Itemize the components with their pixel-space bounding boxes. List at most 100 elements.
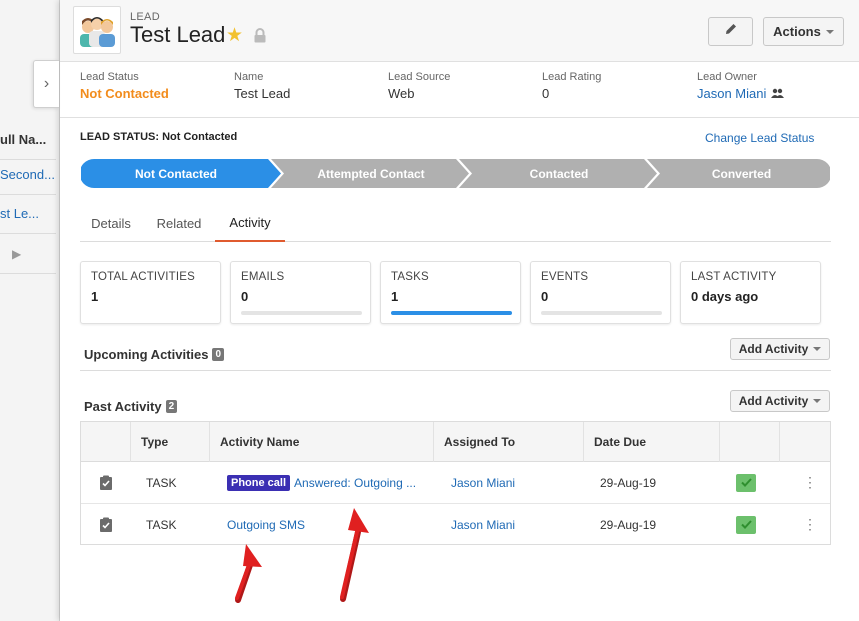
record-header: LEAD Test Lead ★ Actions (60, 0, 859, 62)
background-row-expander[interactable]: ▶ (0, 234, 56, 274)
column-header-menu (780, 422, 830, 462)
task-clipboard-icon (99, 504, 129, 545)
path-step-contacted[interactable]: Contacted (465, 159, 653, 188)
highlight-value: Web (388, 86, 415, 101)
highlight-lead-owner: Lead Owner Jason Miani (697, 71, 785, 101)
card-value: 1 (91, 289, 99, 304)
path-step-converted[interactable]: Converted (653, 159, 830, 188)
section-divider (80, 370, 831, 371)
lead-owner-link[interactable]: Jason Miani (697, 86, 785, 101)
column-header-activity-name[interactable]: Activity Name (210, 422, 434, 462)
completed-check-icon[interactable] (736, 504, 766, 545)
summary-card-events[interactable]: EVENTS 0 (530, 261, 671, 324)
column-header-type[interactable]: Type (131, 422, 210, 462)
table-row: TASK Outgoing SMS Jason Miani 29-Aug-19 … (81, 504, 830, 546)
activity-name-link[interactable]: Answered: Outgoing ... (294, 476, 416, 490)
lead-status-label: LEAD STATUS: (80, 131, 160, 143)
favorite-star-icon[interactable]: ★ (226, 24, 243, 47)
background-column-header: ull Na... (0, 120, 56, 160)
highlight-label: Lead Source (388, 71, 451, 83)
collapse-panel-toggle[interactable]: › (33, 60, 59, 108)
date-due: 29-Aug-19 (600, 517, 657, 532)
chevron-right-icon: › (43, 75, 50, 92)
tab-activity[interactable]: Activity (215, 205, 285, 242)
chevron-right-icon: ▶ (12, 247, 22, 261)
highlight-label: Lead Status (80, 71, 139, 83)
date-due: 29-Aug-19 (600, 475, 657, 490)
completed-check-icon[interactable] (736, 462, 766, 503)
highlight-value: Not Contacted (80, 86, 169, 101)
activity-name-cell: Phone call Answered: Outgoing ... (227, 462, 432, 503)
lead-status-value: Not Contacted (162, 131, 238, 143)
phone-call-badge: Phone call (227, 474, 291, 491)
card-value: 0 (241, 289, 249, 304)
card-label: TASKS (391, 271, 429, 283)
assigned-to-link[interactable]: Jason Miani (451, 462, 581, 503)
lock-icon (253, 28, 267, 43)
card-label: LAST ACTIVITY (691, 271, 777, 283)
highlight-lead-status: Lead Status Not Contacted (80, 71, 169, 101)
summary-card-emails[interactable]: EMAILS 0 (230, 261, 371, 324)
add-activity-label: Add Activity (738, 394, 809, 408)
highlight-label: Lead Rating (542, 71, 602, 83)
record-panel: LEAD Test Lead ★ Actions Lead Status Not… (60, 0, 859, 621)
more-options-icon[interactable]: ⋮ (803, 462, 817, 503)
edit-button[interactable] (708, 17, 753, 46)
card-label: EVENTS (541, 271, 589, 283)
lead-status-line: LEAD STATUS: Not Contacted (80, 131, 237, 143)
highlights-bar: Lead Status Not Contacted Name Test Lead… (60, 63, 859, 118)
background-list-item[interactable]: Second... (0, 155, 56, 195)
lead-avatar-icon (73, 6, 121, 54)
chevron-down-icon (813, 347, 822, 351)
summary-card-total-activities: TOTAL ACTIVITIES 1 (80, 261, 221, 324)
card-value: 1 (391, 289, 399, 304)
page-title: Test Lead (130, 22, 226, 47)
section-title-text: Past Activity (84, 399, 162, 414)
background-list-item[interactable]: st Le... (0, 194, 56, 234)
card-value: 0 days ago (691, 289, 759, 304)
pencil-icon (724, 22, 738, 41)
past-activity-heading: Past Activity 2 (84, 399, 178, 414)
task-clipboard-icon (99, 462, 129, 503)
add-activity-label: Add Activity (738, 342, 809, 356)
section-title-text: Upcoming Activities (84, 347, 209, 362)
actions-dropdown-button[interactable]: Actions (763, 17, 844, 46)
tab-related[interactable]: Related (148, 205, 210, 242)
path-step-attempted-contact[interactable]: Attempted Contact (277, 159, 465, 188)
more-options-icon[interactable]: ⋮ (803, 504, 817, 545)
count-badge: 2 (165, 400, 178, 413)
events-progress-bar (541, 311, 662, 315)
column-header-status (720, 422, 780, 462)
activity-type: TASK (146, 517, 177, 532)
record-tabs: Details Related Activity (80, 205, 831, 242)
table-row: TASK Phone call Answered: Outgoing ... J… (81, 462, 830, 504)
past-activity-table: Type Activity Name Assigned To Date Due … (80, 421, 831, 545)
summary-card-last-activity: LAST ACTIVITY 0 days ago (680, 261, 821, 324)
assigned-to-link[interactable]: Jason Miani (451, 504, 581, 545)
add-past-activity-button[interactable]: Add Activity (730, 390, 830, 412)
upcoming-activities-heading: Upcoming Activities 0 (84, 347, 225, 362)
activity-name-link[interactable]: Outgoing SMS (227, 504, 432, 545)
path-step-not-contacted[interactable]: Not Contacted (81, 159, 271, 188)
add-upcoming-activity-button[interactable]: Add Activity (730, 338, 830, 360)
card-value: 0 (541, 289, 549, 304)
summary-card-tasks[interactable]: TASKS 1 (380, 261, 521, 324)
card-label: TOTAL ACTIVITIES (91, 271, 195, 283)
highlight-value: 0 (542, 86, 550, 101)
tab-details[interactable]: Details (80, 205, 142, 242)
emails-progress-bar (241, 311, 362, 315)
users-icon (771, 86, 785, 101)
column-header-assigned-to[interactable]: Assigned To (434, 422, 584, 462)
highlight-name: Name Test Lead (234, 71, 290, 101)
activity-type: TASK (146, 475, 177, 490)
highlight-lead-source: Lead Source Web (388, 71, 450, 101)
change-lead-status-link[interactable]: Change Lead Status (705, 131, 814, 145)
column-header-date-due[interactable]: Date Due (584, 422, 720, 462)
lead-owner-name[interactable]: Jason Miani (697, 86, 766, 101)
table-header: Type Activity Name Assigned To Date Due (81, 422, 830, 462)
highlight-label: Name (234, 71, 264, 83)
status-path: Not Contacted Attempted Contact Contacte… (81, 159, 830, 188)
column-header-icon (81, 422, 131, 462)
actions-label: Actions (773, 24, 821, 39)
progress-fill (391, 311, 512, 315)
